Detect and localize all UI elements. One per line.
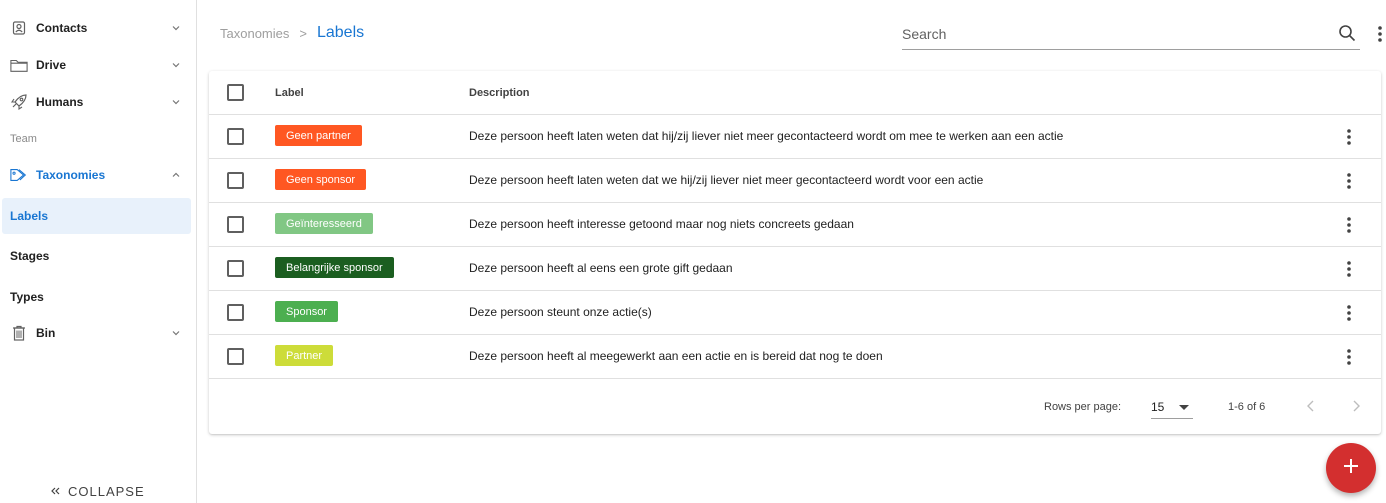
row-checkbox[interactable] bbox=[227, 172, 244, 189]
row-description: Deze persoon heeft laten weten dat hij/z… bbox=[469, 129, 1064, 143]
table-row[interactable]: Geen partner Deze persoon heeft laten we… bbox=[209, 115, 1381, 159]
chevron-down-icon bbox=[170, 59, 182, 71]
plus-icon bbox=[1343, 458, 1359, 479]
collapse-label: COLLAPSE bbox=[68, 484, 145, 499]
next-page-button[interactable] bbox=[1345, 395, 1367, 417]
label-chip: Partner bbox=[275, 345, 334, 366]
table-row[interactable]: Geen sponsor Deze persoon heeft laten we… bbox=[209, 159, 1381, 203]
sidebar-subitem-labels[interactable]: Labels bbox=[2, 198, 191, 234]
row-description: Deze persoon heeft al eens een grote gif… bbox=[469, 261, 733, 275]
search-input[interactable] bbox=[902, 25, 1322, 42]
add-label-button[interactable] bbox=[1326, 443, 1376, 493]
sidebar-item-taxonomies[interactable]: Taxonomies bbox=[0, 157, 197, 193]
dropdown-arrow-icon bbox=[1179, 405, 1189, 410]
sidebar-item-label: Contacts bbox=[36, 21, 88, 35]
row-description: Deze persoon heeft laten weten dat we hi… bbox=[469, 173, 984, 187]
sidebar-item-label: Humans bbox=[36, 95, 84, 109]
sidebar-item-humans[interactable]: Humans bbox=[0, 84, 197, 120]
table-footer: Rows per page: 15 1-6 of 6 bbox=[209, 381, 1381, 433]
rows-per-page-value: 15 bbox=[1151, 400, 1165, 414]
double-chevron-left-icon bbox=[50, 484, 60, 499]
rocket-icon bbox=[10, 93, 28, 111]
row-description: Deze persoon heeft al meegewerkt aan een… bbox=[469, 349, 883, 363]
collapse-button[interactable]: COLLAPSE bbox=[50, 484, 145, 499]
labels-table-card: Label Description Geen partner Deze pers… bbox=[209, 71, 1381, 434]
chevron-down-icon bbox=[170, 96, 182, 108]
sidebar-item-label: Taxonomies bbox=[36, 168, 106, 182]
row-more-options-icon[interactable] bbox=[1341, 171, 1357, 191]
row-checkbox[interactable] bbox=[227, 216, 244, 233]
table-row[interactable]: Partner Deze persoon heeft al meegewerkt… bbox=[209, 335, 1381, 379]
sidebar-item-label: Drive bbox=[36, 58, 67, 72]
contacts-icon bbox=[10, 19, 28, 37]
row-more-options-icon[interactable] bbox=[1341, 127, 1357, 147]
page-title: Labels bbox=[316, 24, 365, 41]
folder-icon bbox=[10, 56, 28, 74]
row-checkbox[interactable] bbox=[227, 348, 244, 365]
row-checkbox[interactable] bbox=[227, 260, 244, 277]
label-chip: Geen sponsor bbox=[275, 169, 367, 190]
sidebar-item-bin[interactable]: Bin bbox=[0, 315, 197, 351]
row-more-options-icon[interactable] bbox=[1341, 215, 1357, 235]
select-all-checkbox[interactable] bbox=[227, 84, 244, 101]
sidebar-subitem-stages[interactable]: Stages bbox=[2, 238, 191, 274]
breadcrumb: Taxonomies > Labels bbox=[220, 24, 364, 42]
sidebar-item-contacts[interactable]: Contacts bbox=[0, 10, 197, 46]
previous-page-button[interactable] bbox=[1300, 395, 1322, 417]
column-header-description[interactable]: Description bbox=[469, 87, 530, 99]
table-header-row: Label Description bbox=[209, 71, 1381, 115]
chevron-down-icon bbox=[170, 327, 182, 339]
label-chip: Belangrijke sponsor bbox=[275, 257, 394, 278]
table-row[interactable]: Geïnteresseerd Deze persoon heeft intere… bbox=[209, 203, 1381, 247]
sidebar-item-drive[interactable]: Drive bbox=[0, 47, 197, 83]
row-checkbox[interactable] bbox=[227, 304, 244, 321]
sidebar-subitem-types[interactable]: Types bbox=[2, 279, 191, 315]
rows-per-page-label: Rows per page: bbox=[1044, 401, 1122, 413]
sidebar-item-label: Bin bbox=[36, 326, 56, 340]
row-more-options-icon[interactable] bbox=[1341, 347, 1357, 367]
search-bar bbox=[902, 18, 1360, 50]
table-row[interactable]: Sponsor Deze persoon steunt onze actie(s… bbox=[209, 291, 1381, 335]
row-checkbox[interactable] bbox=[227, 128, 244, 145]
table-row[interactable]: Belangrijke sponsor Deze persoon heeft a… bbox=[209, 247, 1381, 291]
app: Contacts Drive Humans Team Taxonomies La… bbox=[0, 0, 1386, 503]
label-chip: Geen partner bbox=[275, 125, 362, 146]
label-chip: Sponsor bbox=[275, 301, 338, 322]
search-icon[interactable] bbox=[1338, 24, 1356, 42]
tag-icon bbox=[10, 166, 28, 184]
section-label-team: Team bbox=[10, 133, 37, 145]
rows-per-page-select[interactable]: 15 bbox=[1151, 395, 1193, 419]
pagination-range: 1-6 of 6 bbox=[1228, 401, 1266, 413]
column-header-label[interactable]: Label bbox=[275, 87, 304, 99]
chevron-down-icon bbox=[170, 22, 182, 34]
label-chip: Geïnteresseerd bbox=[275, 213, 373, 234]
row-more-options-icon[interactable] bbox=[1341, 259, 1357, 279]
trash-icon bbox=[10, 324, 28, 342]
row-description: Deze persoon steunt onze actie(s) bbox=[469, 305, 652, 319]
breadcrumb-root[interactable]: Taxonomies bbox=[220, 26, 289, 41]
more-options-icon[interactable] bbox=[1372, 24, 1386, 44]
breadcrumb-separator: > bbox=[299, 25, 307, 41]
sidebar: Contacts Drive Humans Team Taxonomies La… bbox=[0, 0, 197, 503]
chevron-up-icon bbox=[170, 169, 182, 181]
row-description: Deze persoon heeft interesse getoond maa… bbox=[469, 217, 854, 231]
row-more-options-icon[interactable] bbox=[1341, 303, 1357, 323]
